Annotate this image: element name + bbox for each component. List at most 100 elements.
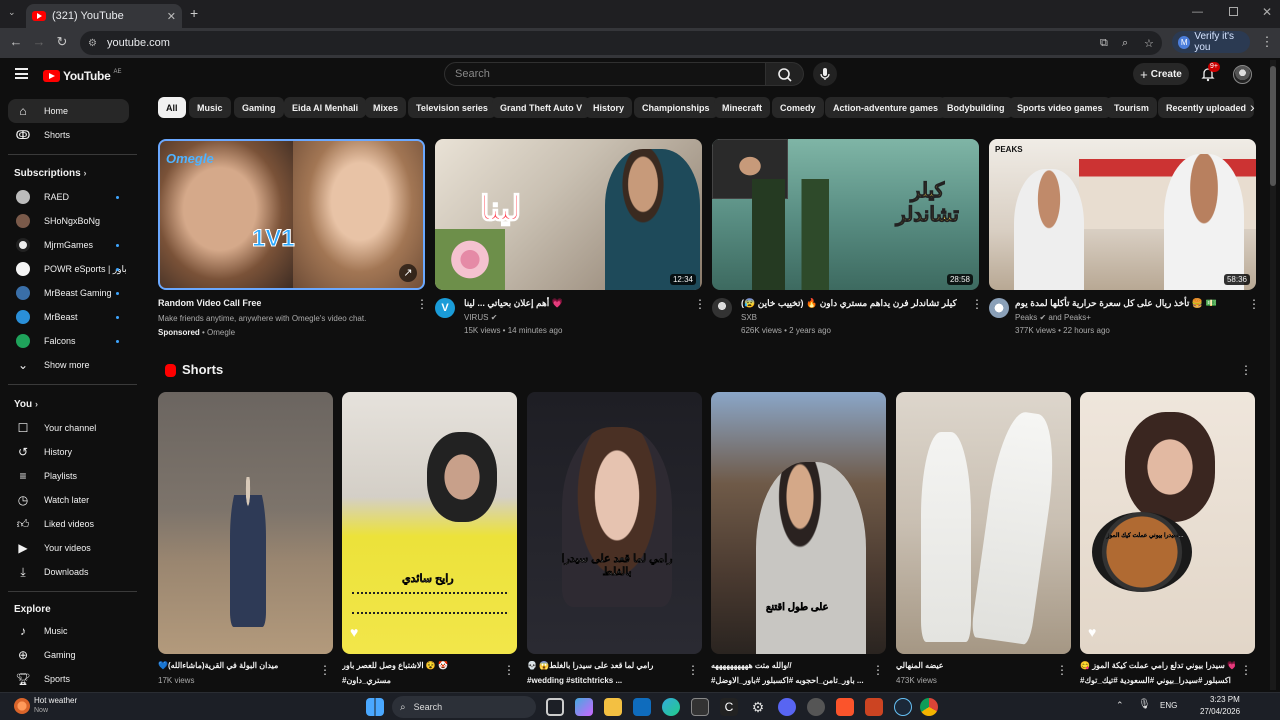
subscriptions-heading[interactable]: Subscriptions › [14, 168, 86, 179]
more-actions-icon[interactable]: ⋮ [1240, 664, 1252, 676]
chip-championships[interactable]: Championships [634, 97, 718, 118]
sidebar-item-your-channel[interactable]: ☐ Your channel [8, 416, 129, 440]
pinned-app-icon[interactable]: C [720, 698, 738, 716]
browser-tab[interactable]: (321) YouTube ✕ [26, 4, 182, 28]
chrome-icon[interactable] [920, 698, 938, 716]
short-title[interactable]: الاشتباع وصل للعصر باور 😵 🤡 [342, 661, 497, 670]
tab-close-icon[interactable]: ✕ [167, 10, 176, 23]
sidebar-item-mrbeast-gaming[interactable]: MrBeast Gaming [8, 281, 129, 305]
start-button[interactable] [366, 698, 384, 716]
channel-avatar[interactable]: V [435, 298, 455, 318]
browser-menu-icon[interactable]: ⋮ [1259, 34, 1275, 50]
tray-overflow-chevron-icon[interactable]: ⌃ [1116, 700, 1124, 711]
channel-avatar[interactable] [989, 298, 1009, 318]
more-actions-icon[interactable]: ⋮ [416, 298, 428, 310]
show-more-button[interactable]: ⌄ Show more [8, 353, 129, 377]
close-window-button[interactable]: ✕ [1262, 5, 1272, 19]
discord-icon[interactable] [778, 698, 796, 716]
sidebar-item-music[interactable]: ♪ Music [8, 619, 129, 643]
clock-time[interactable]: 3:23 PM [1210, 695, 1240, 704]
chip-action-adventure-games[interactable]: Action-adventure games [825, 97, 947, 118]
store-icon[interactable] [865, 698, 883, 716]
chip-television-series[interactable]: Television series [408, 97, 496, 118]
chip-recently-uploaded[interactable]: Recently uploaded [1158, 97, 1255, 118]
steam-helper-icon[interactable] [807, 698, 825, 716]
short-title[interactable]: عيضه المنهالي [896, 661, 1051, 670]
short-thumbnail[interactable]: على طول اقتنع [711, 392, 886, 654]
zoom-icon[interactable]: ⌕ [1122, 37, 1128, 50]
video-thumbnail[interactable]: PEAKS 58:36 [989, 139, 1256, 290]
search-input[interactable]: Search [444, 62, 766, 86]
page-scrollbar[interactable] [1270, 60, 1276, 690]
video-thumbnail[interactable]: كيلر تشاندلر 28:58 [712, 139, 979, 290]
chip-comedy[interactable]: Comedy [772, 97, 824, 118]
clock-date[interactable]: 27/04/2026 [1200, 707, 1240, 716]
notifications-button[interactable]: 9+ [1200, 62, 1220, 82]
channel-name[interactable]: SXB [741, 313, 757, 322]
back-arrow-icon[interactable]: ← [8, 34, 24, 50]
youtube-logo[interactable]: YouTube AE [43, 69, 121, 83]
sidebar-item-powr-esports[interactable]: POWR eSports | باور [8, 257, 129, 281]
profile-button[interactable]: M Verify it's you [1172, 31, 1250, 53]
chip-history[interactable]: History [585, 97, 633, 118]
sidebar-item-shongxbong[interactable]: SHoNgxBoNg [8, 209, 129, 233]
chip-grand-theft-auto-v[interactable]: Grand Theft Auto V [492, 97, 591, 118]
guide-menu-icon[interactable] [15, 68, 28, 79]
sidebar-item-downloads[interactable]: ⤓ Downloads [8, 560, 129, 584]
chip-tourism[interactable]: Tourism [1106, 97, 1157, 118]
sidebar-item-your-videos[interactable]: ▶ Your videos [8, 536, 129, 560]
language-indicator[interactable]: ENG [1160, 701, 1177, 710]
steam-icon[interactable] [894, 698, 912, 716]
short-thumbnail[interactable] [896, 392, 1071, 654]
video-title[interactable]: Random Video Call Free [158, 298, 261, 308]
edge-icon[interactable] [662, 698, 680, 716]
chip-sports-video-games[interactable]: Sports video games [1009, 97, 1111, 118]
shorts-more-icon[interactable]: ⋮ [1240, 364, 1252, 376]
weather-title[interactable]: Hot weather [34, 696, 77, 705]
external-link-icon[interactable]: ↗ [399, 264, 417, 282]
sidebar-item-falcons[interactable]: Falcons [8, 329, 129, 353]
voice-search-button[interactable] [813, 62, 837, 86]
short-thumbnail[interactable]: رايح سائدي ♥ [342, 392, 517, 654]
sidebar-item-history[interactable]: ↺ History [8, 440, 129, 464]
tab-menu-chevron-icon[interactable]: ⌄ [8, 7, 20, 19]
short-thumbnail[interactable]: سيدرا بيوني عملت كيك الموز... ♥ [1080, 392, 1255, 654]
install-app-icon[interactable]: ⧉ [1100, 37, 1108, 50]
chip-minecraft[interactable]: Minecraft [714, 97, 771, 118]
chips-next-arrow-icon[interactable]: › [1250, 99, 1255, 115]
maximize-window-button[interactable] [1229, 7, 1238, 16]
terminal-icon[interactable] [691, 698, 709, 716]
chip-eida-al-menhali[interactable]: Eida Al Menhali [284, 97, 367, 118]
sidebar-item-sports[interactable]: 🏆︎ Sports [8, 667, 129, 691]
channel-name[interactable]: VIRUS ✔ [464, 313, 497, 322]
task-view-icon[interactable] [546, 698, 564, 716]
more-actions-icon[interactable]: ⋮ [694, 298, 706, 310]
more-actions-icon[interactable]: ⋮ [872, 664, 884, 676]
minimize-window-button[interactable]: — [1192, 6, 1203, 18]
outlook-icon[interactable] [633, 698, 651, 716]
more-actions-icon[interactable]: ⋮ [971, 298, 983, 310]
search-button[interactable] [766, 62, 804, 86]
short-thumbnail[interactable]: رامي لما قعد على سيدرا بالغلط [527, 392, 702, 654]
more-actions-icon[interactable]: ⋮ [687, 664, 699, 676]
sidebar-item-shorts[interactable]: ↂ Shorts [8, 123, 129, 147]
sidebar-item-liked-videos[interactable]: 👍︎ Liked videos [8, 512, 129, 536]
account-avatar[interactable] [1233, 65, 1252, 84]
video-title[interactable]: تأخذ ريال على كل سعرة حرارية تأكلها لمدة… [1015, 298, 1242, 309]
site-info-icon[interactable]: ⚙ [88, 38, 97, 49]
file-explorer-icon[interactable] [604, 698, 622, 716]
video-thumbnail[interactable]: Omegle 1V1 ↗ [158, 139, 425, 290]
settings-gear-icon[interactable]: ⚙ [749, 698, 767, 716]
reload-icon[interactable]: ↻ [54, 34, 70, 50]
more-actions-icon[interactable]: ⋮ [319, 664, 331, 676]
chip-gaming[interactable]: Gaming [234, 97, 284, 118]
tray-microphone-icon[interactable]: 🎙︎ [1138, 699, 1151, 710]
create-button[interactable]: + Create [1133, 63, 1189, 85]
sidebar-item-raed[interactable]: RAED [8, 185, 129, 209]
sidebar-item-watch-later[interactable]: ◷ Watch later [8, 488, 129, 512]
sidebar-item-mrbeast[interactable]: MrBeast [8, 305, 129, 329]
channel-avatar[interactable] [712, 298, 732, 318]
more-actions-icon[interactable]: ⋮ [503, 664, 515, 676]
short-title[interactable]: والله متت ههههههههههه// [711, 661, 866, 670]
short-title[interactable]: 💀 😱رامي لما قعد على سيدرا بالغلط [527, 661, 682, 670]
